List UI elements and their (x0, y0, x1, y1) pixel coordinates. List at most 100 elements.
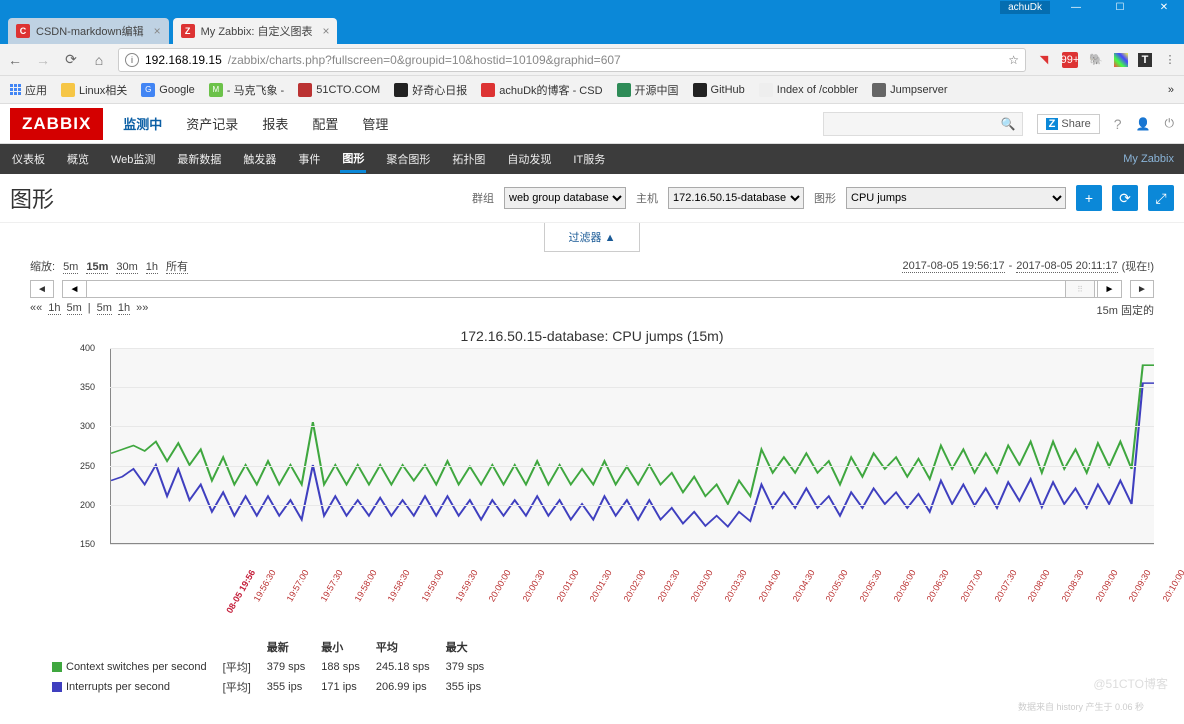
bookmark-overflow[interactable]: » (1168, 84, 1174, 96)
fullscreen-button[interactable]: ⤢ (1148, 185, 1174, 211)
bookmark-item[interactable]: 好奇心日报 (394, 82, 467, 98)
x-tick-label: 20:09:30 (1127, 568, 1153, 603)
sub-menu-item[interactable]: 事件 (296, 147, 322, 171)
bookmark-icon: G (141, 83, 155, 97)
time-to[interactable]: 2017-08-05 20:11:17 (1016, 260, 1117, 273)
mini-nav-item[interactable]: «« (30, 302, 42, 314)
add-button[interactable]: + (1076, 185, 1102, 211)
window-close-button[interactable]: ✕ (1146, 0, 1182, 14)
ext-badge-count[interactable]: 99+ (1062, 52, 1078, 68)
zabbix-share-button[interactable]: ZShare (1037, 114, 1100, 134)
sub-menu-item[interactable]: 聚合图形 (384, 147, 432, 171)
ext-icon-4[interactable] (1114, 53, 1128, 67)
zoom-row: 缩放: 5m15m30m1h所有 2017-08-05 19:56:17 - 2… (0, 252, 1184, 280)
sub-menu-item[interactable]: 仪表板 (10, 147, 47, 171)
window-user-badge[interactable]: achuDk (1000, 1, 1050, 14)
nav-home-button[interactable]: ⌂ (90, 52, 108, 68)
nav-reload-button[interactable]: ⟳ (62, 51, 80, 68)
timeline-slider[interactable]: ◄ ⠿ ► (62, 280, 1122, 298)
zoom-option[interactable]: 所有 (166, 261, 188, 274)
sub-menu-item[interactable]: 自动发现 (505, 147, 553, 171)
zoom-option[interactable]: 5m (63, 261, 78, 274)
main-menu-item[interactable]: 配置 (310, 110, 340, 137)
host-label: 主机 (636, 190, 658, 206)
zoom-option[interactable]: 30m (116, 261, 137, 274)
window-maximize-button[interactable]: ☐ (1102, 0, 1138, 14)
ext-icon-evernote[interactable]: 🐘 (1088, 52, 1104, 68)
legend-col-header: 最小 (321, 638, 374, 656)
filter-row: 图形 群组 web group database 主机 172.16.50.15… (0, 174, 1184, 223)
zoom-option[interactable]: 1h (146, 261, 158, 274)
bookmark-apps[interactable]: 应用 (10, 82, 47, 98)
mini-nav-item[interactable]: 1h (48, 302, 60, 315)
refresh-button[interactable]: ⟳ (1112, 185, 1138, 211)
bookmark-item[interactable]: 开源中国 (617, 82, 679, 98)
time-from[interactable]: 2017-08-05 19:56:17 (902, 260, 1004, 273)
bookmark-item[interactable]: GitHub (693, 83, 745, 97)
nav-back-button[interactable]: ← (6, 52, 24, 68)
mini-nav-item[interactable]: 5m (97, 302, 112, 315)
slider-step-right[interactable]: ► (1130, 280, 1154, 298)
sub-menu-source[interactable]: My Zabbix (1123, 153, 1174, 165)
chart-area: 150200250300350400 (80, 348, 1154, 558)
ext-icon-1[interactable]: ◥ (1036, 52, 1052, 68)
chrome-menu-icon[interactable]: ⋮ (1162, 52, 1178, 68)
help-icon[interactable]: ? (1114, 116, 1122, 132)
slider-inner-left[interactable]: ◄ (63, 281, 87, 297)
bookmark-item[interactable]: GGoogle (141, 83, 194, 97)
sub-menu-item[interactable]: 图形 (340, 146, 366, 173)
bookmark-star-icon[interactable]: ☆ (1008, 53, 1019, 67)
logout-icon[interactable]: ⏻ (1165, 116, 1175, 131)
main-menu-item[interactable]: 报表 (260, 110, 290, 137)
mini-nav-item[interactable]: 5m (67, 302, 82, 315)
host-select[interactable]: 172.16.50.15-database (668, 187, 804, 209)
bookmark-item[interactable]: Jumpserver (872, 83, 947, 97)
zoom-option[interactable]: 15m (86, 261, 108, 274)
sub-menu-item[interactable]: 概览 (65, 147, 91, 171)
browser-tab[interactable]: ZMy Zabbix: 自定义图表× (173, 18, 338, 44)
main-menu-item[interactable]: 监测中 (121, 110, 164, 137)
tab-close-icon[interactable]: × (322, 24, 329, 38)
mini-nav-item[interactable]: | (88, 302, 91, 314)
slider-step-left[interactable]: ◄ (30, 280, 54, 298)
sub-menu-item[interactable]: Web监测 (109, 147, 157, 171)
ext-icon-5[interactable]: T (1138, 53, 1152, 67)
filter-toggle-button[interactable]: 过滤器 ▲ (544, 223, 641, 252)
zabbix-header: ZABBIX 监测中资产记录报表配置管理 🔍 ZShare ? 👤 ⏻ (0, 104, 1184, 144)
mini-nav-row: ««1h5m|5m1h»» 15m 固定的 (0, 298, 1184, 322)
main-menu-item[interactable]: 管理 (360, 110, 390, 137)
tab-close-icon[interactable]: × (154, 24, 161, 38)
x-tick-label: 20:07:30 (992, 568, 1018, 603)
user-icon[interactable]: 👤 (1136, 117, 1151, 131)
x-tick-label: 20:10:00 (1160, 568, 1184, 603)
bookmark-item[interactable]: Index of /cobbler (759, 83, 858, 97)
bookmark-item[interactable]: Linux相关 (61, 82, 127, 98)
sub-menu-item[interactable]: 拓扑图 (450, 147, 487, 171)
slider-handle[interactable]: ⠿ (1065, 281, 1095, 297)
x-tick-label: 20:01:00 (554, 568, 580, 603)
mini-nav-item[interactable]: »» (136, 302, 148, 314)
main-menu-item[interactable]: 资产记录 (184, 110, 240, 137)
nav-forward-button[interactable]: → (34, 52, 52, 68)
sub-menu-item[interactable]: IT服务 (571, 147, 607, 171)
legend-latest: 355 ips (267, 678, 320, 696)
window-minimize-button[interactable]: — (1058, 0, 1094, 14)
bookmark-label: Linux相关 (79, 82, 127, 98)
bookmark-item[interactable]: 51CTO.COM (298, 83, 380, 97)
bookmark-item[interactable]: M- 马克飞象 - (209, 82, 284, 98)
url-field[interactable]: i 192.168.19.15/zabbix/charts.php?fullsc… (118, 48, 1026, 72)
bookmark-label: 51CTO.COM (316, 84, 380, 96)
time-now[interactable]: (现在!) (1122, 258, 1154, 274)
mini-nav-item[interactable]: 1h (118, 302, 130, 315)
sub-menu-item[interactable]: 触发器 (241, 147, 278, 171)
group-select[interactable]: web group database (504, 187, 626, 209)
sub-menu-item[interactable]: 最新数据 (175, 147, 223, 171)
graph-select[interactable]: CPU jumps (846, 187, 1066, 209)
legend-max: 379 sps (446, 658, 499, 676)
bookmark-item[interactable]: achuDk的博客 - CSD (481, 82, 602, 98)
zabbix-search-input[interactable]: 🔍 (823, 112, 1023, 136)
slider-inner-right[interactable]: ► (1097, 281, 1121, 297)
browser-tab[interactable]: CCSDN-markdown编辑× (8, 18, 169, 44)
zabbix-logo[interactable]: ZABBIX (10, 108, 103, 140)
site-info-icon[interactable]: i (125, 53, 139, 67)
